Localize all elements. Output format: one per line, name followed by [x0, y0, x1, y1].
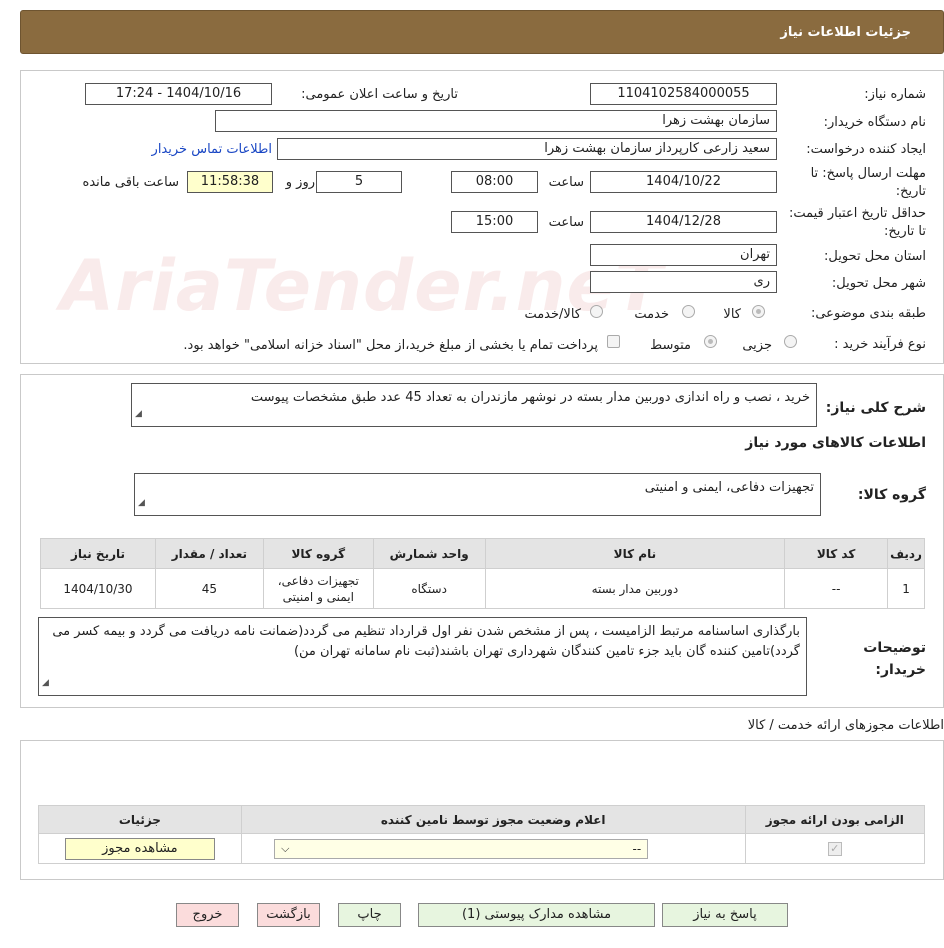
- validity-label: حداقل تاریخ اعتبار قیمت: تا تاریخ:: [788, 206, 926, 239]
- cell-name: دوربین مدار بسته: [484, 568, 786, 609]
- goods-section-title: اطلاعات کالاهای مورد نیاز: [745, 435, 926, 451]
- remaining-time-field: 11:58:38: [187, 171, 273, 193]
- resize-grip-icon[interactable]: ◢: [42, 673, 49, 693]
- licenses-title: اطلاعات مجوزهای ارائه خدمت / کالا: [747, 718, 944, 733]
- buyer-org-label: نام دستگاه خریدار:: [823, 115, 926, 130]
- payment-note: پرداخت تمام یا بخشی از مبلغ خرید،از محل …: [183, 338, 598, 353]
- col-qty: تعداد / مقدار: [154, 538, 264, 569]
- creator-label: ایجاد کننده درخواست:: [806, 142, 926, 157]
- cell-details: مشاهده مجوز: [38, 833, 242, 864]
- deadline-label: مهلت ارسال پاسخ: تا تاریخ:: [810, 166, 926, 199]
- goods-group-label: گروه کالا:: [857, 487, 926, 503]
- cell-date: 1404/10/30: [40, 568, 156, 609]
- page-title: جزئیات اطلاعات نیاز: [780, 25, 911, 40]
- deadline-time-label: ساعت: [548, 175, 584, 190]
- col-date: تاریخ نیاز: [40, 538, 156, 569]
- process-minor-radio[interactable]: [784, 335, 797, 348]
- category-goods-label: کالا: [723, 307, 741, 322]
- license-status-select[interactable]: -- ⌵: [274, 838, 649, 859]
- process-label: نوع فرآیند خرید :: [834, 337, 926, 352]
- required-checkbox: ✓: [827, 842, 842, 856]
- view-license-button[interactable]: مشاهده مجوز: [64, 837, 215, 860]
- buyer-org-field: سازمان بهشت زهرا: [215, 110, 777, 132]
- col-details: جزئیات: [38, 805, 242, 834]
- cell-qty: 45: [154, 568, 264, 609]
- validity-time-label: ساعت: [548, 215, 584, 230]
- col-row: ردیف: [887, 538, 925, 569]
- page-header: جزئیات اطلاعات نیاز: [20, 10, 944, 54]
- col-name: نام کالا: [484, 538, 786, 569]
- description-field: خرید ، نصب و راه اندازی دوربین مدار بسته…: [131, 383, 817, 427]
- treasury-checkbox[interactable]: [607, 335, 620, 348]
- province-label: استان محل تحویل:: [824, 249, 926, 264]
- category-both-label: کالا/خدمت: [524, 307, 581, 322]
- process-minor-label: جزیی: [742, 338, 772, 353]
- validity-date-field: 1404/12/28: [590, 211, 777, 233]
- buyer-notes-text: بارگذاری اساسنامه مرتبط الزامیست ، پس از…: [52, 624, 800, 659]
- contact-buyer-link[interactable]: اطلاعات تماس خریدار: [152, 142, 272, 157]
- process-medium-label: متوسط: [650, 338, 691, 353]
- chevron-down-icon: ⌵: [281, 841, 290, 855]
- cell-unit: دستگاه: [372, 568, 486, 609]
- exit-button[interactable]: خروج: [176, 903, 239, 927]
- goods-group-text: تجهیزات دفاعی، ایمنی و امنیتی: [644, 480, 814, 495]
- days-label: روز و: [285, 175, 315, 190]
- resize-grip-icon[interactable]: ◢: [138, 493, 145, 513]
- table-row: 1 -- دوربین مدار بسته دستگاه تجهیزات دفا…: [40, 568, 925, 609]
- category-service-radio[interactable]: [682, 305, 695, 318]
- description-label: شرح کلی نیاز:: [825, 400, 926, 416]
- days-field: 5: [316, 171, 402, 193]
- deadline-date-field: 1404/10/22: [590, 171, 777, 193]
- table-row: ✓ -- ⌵ مشاهده مجوز: [38, 833, 926, 864]
- view-attachments-button[interactable]: مشاهده مدارک پیوستی (1): [418, 903, 655, 927]
- licenses-table-header: الزامی بودن ارائه مجوز اعلام وضعیت مجوز …: [38, 805, 926, 834]
- col-required: الزامی بودن ارائه مجوز: [744, 805, 926, 834]
- cell-required: ✓: [744, 833, 926, 864]
- remaining-label: ساعت باقی مانده: [82, 175, 179, 190]
- cell-group: تجهیزات دفاعی، ایمنی و امنیتی: [262, 568, 374, 609]
- creator-field: سعید زارعی کارپرداز سازمان بهشت زهرا: [277, 138, 777, 160]
- col-group: گروه کالا: [262, 538, 374, 569]
- cell-status: -- ⌵: [240, 833, 746, 864]
- buyer-notes-label: توضیحات خریدار:: [863, 640, 926, 678]
- col-code: کد کالا: [784, 538, 889, 569]
- license-status-value: --: [632, 841, 642, 856]
- validity-time-field: 15:00: [451, 211, 538, 233]
- licenses-table: الزامی بودن ارائه مجوز اعلام وضعیت مجوز …: [38, 805, 926, 864]
- category-label: طبقه بندی موضوعی:: [810, 306, 926, 321]
- category-goods-radio[interactable]: [752, 305, 765, 318]
- cell-row: 1: [887, 568, 925, 609]
- need-number-label: شماره نیاز:: [864, 87, 926, 102]
- province-field: تهران: [590, 244, 777, 266]
- announce-label: تاریخ و ساعت اعلان عمومی:: [301, 87, 458, 102]
- description-text: خرید ، نصب و راه اندازی دوربین مدار بسته…: [250, 390, 810, 405]
- category-both-radio[interactable]: [590, 305, 603, 318]
- announce-field: 1404/10/16 - 17:24: [85, 83, 272, 105]
- cell-code: --: [784, 568, 889, 609]
- category-service-label: خدمت: [634, 307, 669, 322]
- back-button[interactable]: بازگشت: [257, 903, 320, 927]
- print-button[interactable]: چاپ: [338, 903, 401, 927]
- col-unit: واحد شمارش: [372, 538, 486, 569]
- reply-button[interactable]: پاسخ به نیاز: [662, 903, 788, 927]
- goods-group-field: تجهیزات دفاعی، ایمنی و امنیتی ◢: [134, 473, 821, 516]
- buyer-notes-field: بارگذاری اساسنامه مرتبط الزامیست ، پس از…: [38, 617, 807, 696]
- resize-grip-icon[interactable]: ◢: [135, 404, 142, 424]
- goods-table-header: ردیف کد کالا نام کالا واحد شمارش گروه کا…: [40, 538, 925, 569]
- col-status: اعلام وضعیت مجوز توسط نامین کننده: [240, 805, 746, 834]
- need-number-field: 1104102584000055: [590, 83, 777, 105]
- deadline-time-field: 08:00: [451, 171, 538, 193]
- city-label: شهر محل تحویل:: [831, 276, 926, 291]
- city-field: ری: [590, 271, 777, 293]
- process-medium-radio[interactable]: [704, 335, 717, 348]
- goods-table: ردیف کد کالا نام کالا واحد شمارش گروه کا…: [40, 538, 925, 609]
